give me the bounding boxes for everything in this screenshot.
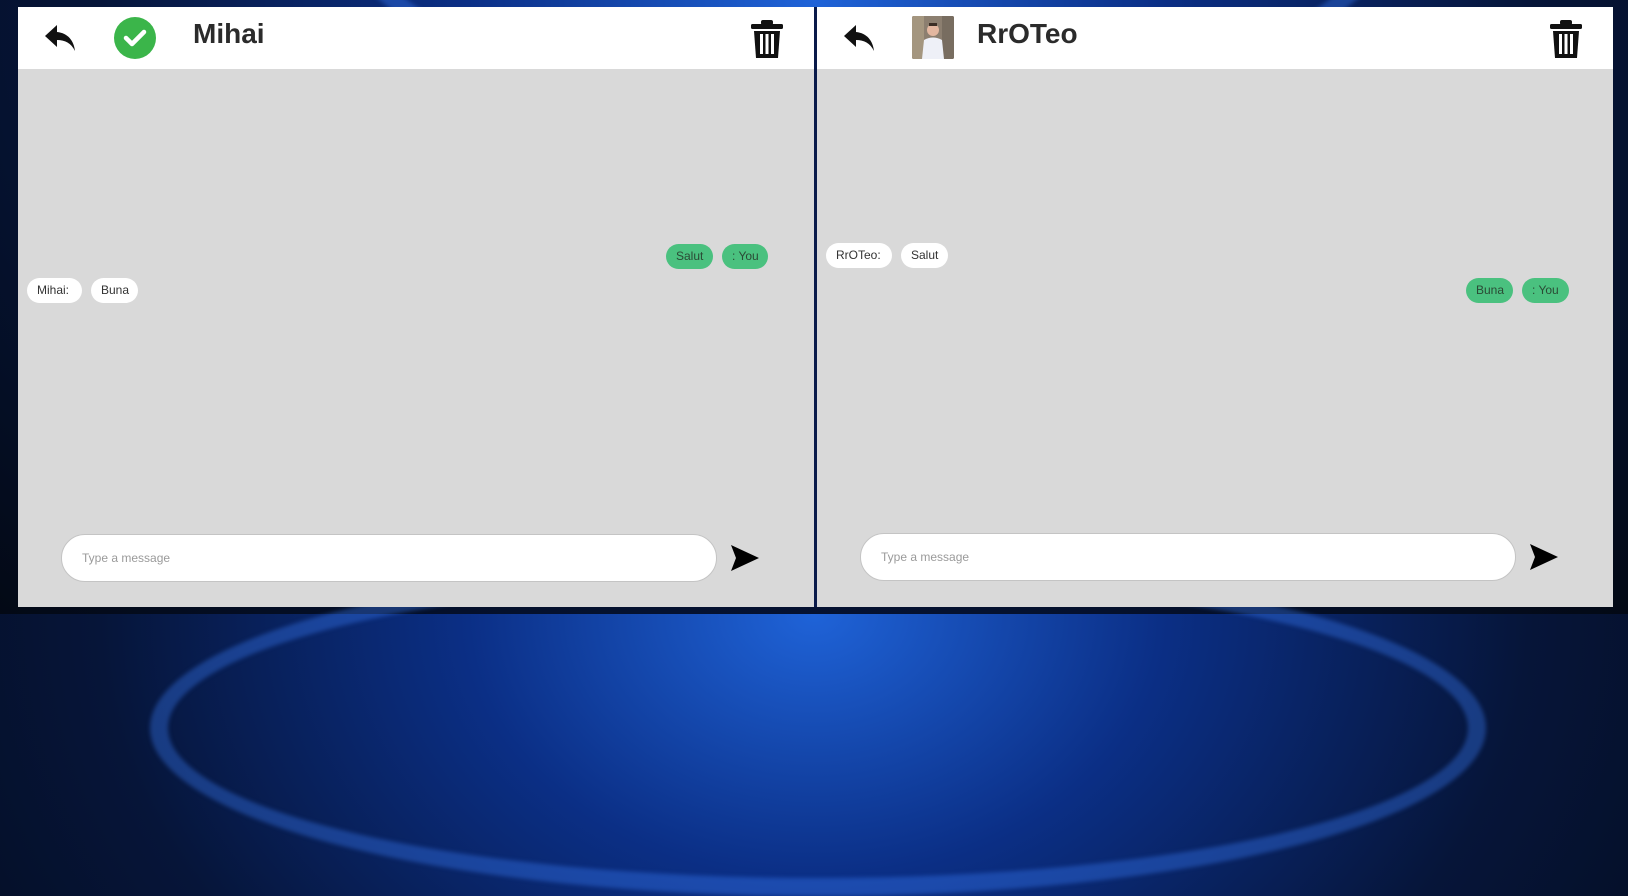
- message-bubble-contact: Buna: [91, 278, 138, 303]
- chat-window-mihai: Mihai Salut : You Mihai: Buna: [18, 7, 814, 607]
- profile-photo-avatar: [912, 16, 954, 59]
- send-icon[interactable]: [730, 544, 760, 572]
- message-bubble-own: Buna: [1466, 278, 1513, 303]
- sender-label-contact: RrOTeo:: [826, 243, 892, 268]
- message-bubble-own: Salut: [666, 244, 713, 269]
- trash-icon[interactable]: [1549, 19, 1583, 59]
- sender-label-contact: Mihai:: [27, 278, 82, 303]
- message-input-container: [61, 534, 717, 582]
- reply-arrow-icon[interactable]: [842, 21, 876, 55]
- message-input-container: [860, 533, 1516, 581]
- contact-name: RrOTeo: [977, 18, 1078, 49]
- message-bubble-contact: Salut: [901, 243, 948, 268]
- reply-arrow-icon[interactable]: [43, 21, 77, 55]
- chat-header: Mihai: [18, 7, 814, 69]
- wallpaper-swirl: [150, 560, 1486, 896]
- chat-window-rroteo: RrOTeo RrOTeo: Salut Buna : You: [817, 7, 1613, 607]
- message-input[interactable]: [62, 535, 716, 581]
- trash-icon[interactable]: [750, 19, 784, 59]
- check-circle-icon: [114, 17, 156, 59]
- sender-label-own: : You: [1522, 278, 1569, 303]
- send-icon[interactable]: [1529, 543, 1559, 571]
- message-input[interactable]: [861, 534, 1515, 580]
- contact-name: Mihai: [193, 18, 265, 49]
- chat-header: RrOTeo: [817, 7, 1613, 69]
- sender-label-own: : You: [722, 244, 768, 269]
